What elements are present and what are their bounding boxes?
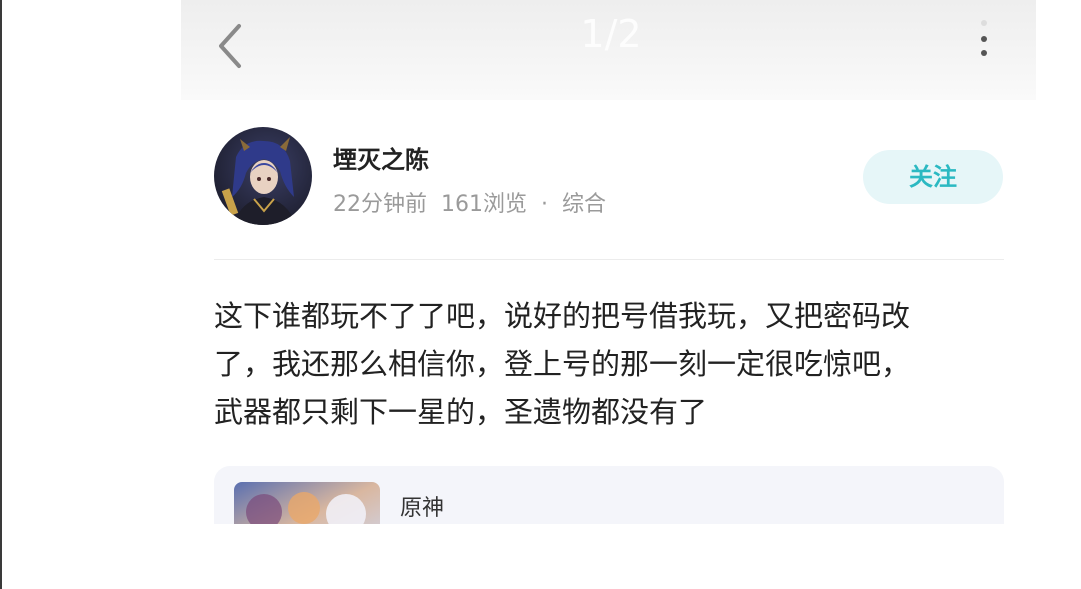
game-name: 原神 <box>400 496 445 521</box>
avatar[interactable] <box>214 127 312 225</box>
window-edge <box>0 0 2 589</box>
post-line: 了，我还那么相信你，登上号的那一刻一定很吃惊吧， <box>214 347 911 381</box>
divider <box>214 259 1004 260</box>
post-line: 这下谁都玩不了了吧，说好的把号借我玩，又把密码改 <box>214 299 911 333</box>
post-detail-screen: 1/2 堙灭之陈 22分钟前 161浏览 · 综合 关注 这下谁都玩不了了吧，说好的把… <box>181 0 1036 524</box>
author-name[interactable]: 堙灭之陈 <box>333 140 429 175</box>
game-thumbnail-image <box>234 482 380 524</box>
avatar-image <box>221 137 296 225</box>
chevron-left-icon <box>219 24 241 68</box>
top-bar: 1/2 <box>181 0 1036 100</box>
post-meta: 22分钟前 161浏览 · 综合 <box>333 186 606 218</box>
post-line: 武器都只剩下一星的，圣遗物都没有了 <box>214 395 708 429</box>
game-card[interactable]: 原神 <box>214 466 1004 524</box>
page-counter: 1/2 <box>580 12 642 56</box>
view-count: 161浏览 <box>441 192 527 217</box>
more-dot <box>981 36 987 42</box>
post-content: 这下谁都玩不了了吧，说好的把号借我玩，又把密码改 了，我还那么相信你，登上号的那… <box>214 292 1014 436</box>
meta-separator: · <box>541 192 548 217</box>
game-thumbnail <box>234 482 380 524</box>
more-dot <box>981 50 987 56</box>
more-dot <box>981 20 987 26</box>
back-button[interactable] <box>209 20 255 72</box>
more-options-button[interactable] <box>966 16 1000 66</box>
follow-button[interactable]: 关注 <box>863 150 1003 204</box>
post-time: 22分钟前 <box>333 192 427 217</box>
post-category[interactable]: 综合 <box>562 192 606 217</box>
